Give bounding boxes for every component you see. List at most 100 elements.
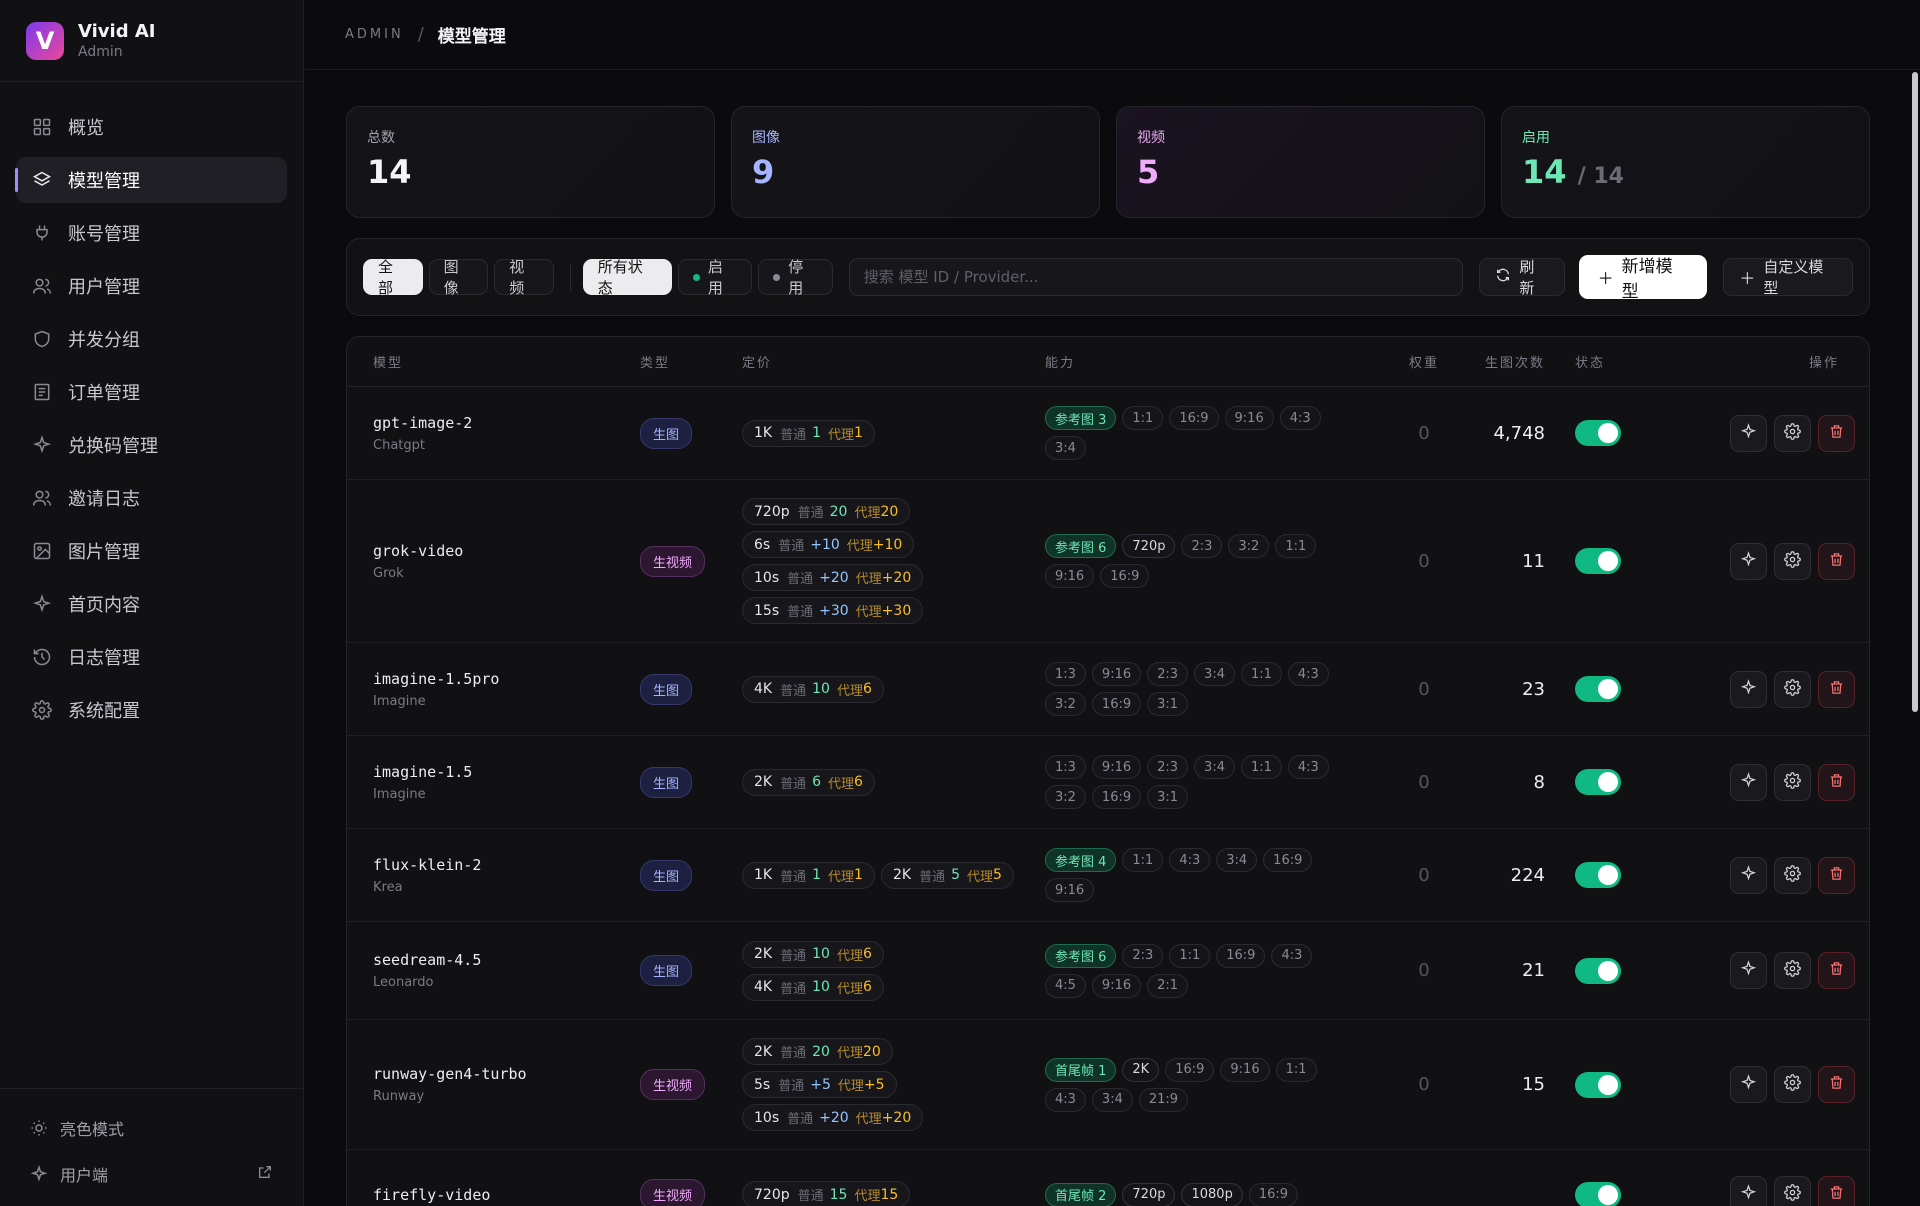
scrollbar-thumb[interactable] xyxy=(1912,72,1918,712)
col-status: 状态 xyxy=(1575,356,1606,371)
type-cell: 生视频 xyxy=(640,545,742,577)
sidebar-item-label: 图片管理 xyxy=(68,542,140,563)
price-chip: 1K 普通 1 代理 1 xyxy=(742,419,875,447)
price-normal-value: 5 xyxy=(951,867,960,883)
price-normal-label: 普通 xyxy=(780,981,807,997)
table-row: imagine-1.5 Imagine 生图 2K 普通 6 代理 6 1:3 9:16 2:3 3:… xyxy=(347,736,1869,829)
test-button[interactable] xyxy=(1730,952,1767,989)
filter-type-video[interactable]: 视频 xyxy=(494,258,554,297)
filter-status-all[interactable]: 所有状态 xyxy=(582,258,672,297)
test-button[interactable] xyxy=(1730,1176,1767,1206)
trash-icon xyxy=(1828,423,1845,444)
settings-button[interactable] xyxy=(1774,1176,1811,1206)
sidebar-item-3[interactable]: 用户管理 xyxy=(16,263,287,309)
delete-button[interactable] xyxy=(1818,856,1855,894)
test-button[interactable] xyxy=(1730,763,1767,801)
custom-model-button[interactable]: ＋ 自定义模型 xyxy=(1723,258,1853,297)
price-cell: 720p 普通 20 代理 20 6s 普通 +10 代理 +10 10s 普通 +20 代理 +20 15s… xyxy=(742,498,1045,624)
delete-button[interactable] xyxy=(1818,1066,1855,1103)
breadcrumb-root[interactable]: ADMIN xyxy=(345,27,404,42)
capability-tag: 9:16 xyxy=(1045,564,1095,588)
price-normal-label: 普通 xyxy=(778,539,805,554)
capability-tag: 16:9 xyxy=(1248,1182,1299,1206)
price-agent-label: 代理 xyxy=(854,1189,881,1204)
client-link[interactable]: 用户端 xyxy=(0,1151,303,1197)
model-provider: Runway xyxy=(373,1089,425,1104)
type-cell: 生图 xyxy=(640,955,742,986)
delete-button[interactable] xyxy=(1818,414,1855,452)
brand[interactable]: V Vivid AI Admin xyxy=(0,0,303,82)
status-toggle[interactable] xyxy=(1575,957,1621,984)
capability-tag: 4:3 xyxy=(1169,848,1211,872)
price-agent-label: 代理 xyxy=(855,605,882,620)
status-toggle[interactable] xyxy=(1575,548,1621,574)
status-toggle[interactable] xyxy=(1575,862,1621,888)
stat-label: 图像 xyxy=(752,130,780,146)
settings-button[interactable] xyxy=(1774,856,1811,894)
theme-toggle[interactable]: 亮色模式 xyxy=(0,1105,303,1151)
capability-tag: 16:9 xyxy=(1216,943,1266,968)
delete-button[interactable] xyxy=(1818,670,1855,708)
delete-button[interactable] xyxy=(1818,763,1855,801)
price-agent-label: 代理 xyxy=(828,869,855,885)
capability-list: 1:3 9:16 2:3 3:4 1:1 4:3 3:2 16:9 3:1 xyxy=(1045,755,1345,809)
sidebar-item-6[interactable]: 兑换码管理 xyxy=(16,422,287,468)
refresh-button[interactable]: 刷新 xyxy=(1479,258,1565,297)
filter-type-image[interactable]: 图像 xyxy=(428,258,489,297)
price-chip: 2K 普通 5 代理 5 xyxy=(880,861,1014,889)
status-toggle[interactable] xyxy=(1575,420,1621,446)
delete-button[interactable] xyxy=(1818,1176,1855,1206)
price-chip: 6s 普通 +10 代理 +10 xyxy=(742,531,915,558)
capability-tag: 720p xyxy=(1122,534,1176,558)
price-normal-label: 普通 xyxy=(780,776,807,792)
sidebar-item-1[interactable]: 模型管理 xyxy=(15,157,287,203)
settings-button[interactable] xyxy=(1774,542,1811,580)
price-normal-value: 20 xyxy=(829,503,848,520)
price-key: 4K xyxy=(754,979,773,995)
settings-button[interactable] xyxy=(1774,763,1811,801)
capability-tag: 1:1 xyxy=(1275,1057,1317,1082)
test-button[interactable] xyxy=(1730,414,1767,452)
table-body: gpt-image-2 Chatgpt 生图 1K 普通 1 代理 1 参考图 3 1:1 16:9… xyxy=(347,387,1869,1206)
price-normal-value: 1 xyxy=(812,425,822,441)
filter-type-all[interactable]: 全部 xyxy=(363,258,423,297)
settings-button[interactable] xyxy=(1774,414,1811,452)
test-button[interactable] xyxy=(1730,856,1767,894)
search-input[interactable] xyxy=(848,258,1464,296)
test-button[interactable] xyxy=(1730,542,1767,580)
scrollbar[interactable] xyxy=(1910,70,1920,1206)
sidebar-item-8[interactable]: 图片管理 xyxy=(16,528,287,574)
sidebar-item-9[interactable]: 首页内容 xyxy=(16,581,287,627)
sidebar-item-0[interactable]: 概览 xyxy=(16,104,287,150)
delete-button[interactable] xyxy=(1818,952,1855,989)
sidebar-item-7[interactable]: 邀请日志 xyxy=(16,475,287,521)
price-agent-value: +30 xyxy=(881,602,912,619)
price-agent-value: 6 xyxy=(854,774,863,790)
price-normal-value: 20 xyxy=(812,1043,830,1060)
settings-button[interactable] xyxy=(1774,952,1811,989)
filter-status-disabled[interactable]: 停用 xyxy=(758,258,833,297)
add-model-button[interactable]: ＋ 新增模型 xyxy=(1578,255,1708,302)
test-button[interactable] xyxy=(1730,670,1767,708)
status-toggle[interactable] xyxy=(1575,676,1621,702)
delete-button[interactable] xyxy=(1818,542,1855,580)
price-cell: 1K 普通 1 代理 1 xyxy=(742,419,1045,447)
status-cell xyxy=(1545,1071,1673,1098)
status-toggle[interactable] xyxy=(1575,769,1621,795)
price-agent-value: 20 xyxy=(862,1043,881,1060)
col-weight: 权重 xyxy=(1408,356,1439,371)
filter-status-enabled[interactable]: 启用 xyxy=(677,258,753,297)
status-toggle[interactable] xyxy=(1575,1181,1621,1206)
settings-button[interactable] xyxy=(1774,670,1811,708)
sidebar-item-2[interactable]: 账号管理 xyxy=(16,210,287,256)
settings-button[interactable] xyxy=(1774,1066,1811,1103)
test-button[interactable] xyxy=(1730,1066,1767,1103)
price-list: 2K 普通 10 代理 6 4K 普通 10 代理 6 xyxy=(742,940,1045,1001)
sidebar-item-label: 概览 xyxy=(68,118,104,139)
sidebar-item-5[interactable]: 订单管理 xyxy=(16,369,287,415)
sidebar-item-11[interactable]: 系统配置 xyxy=(16,687,287,733)
sidebar-item-4[interactable]: 并发分组 xyxy=(16,316,287,362)
sidebar-item-10[interactable]: 日志管理 xyxy=(16,634,287,680)
price-agent-label: 代理 xyxy=(836,683,863,699)
status-toggle[interactable] xyxy=(1575,1071,1621,1098)
